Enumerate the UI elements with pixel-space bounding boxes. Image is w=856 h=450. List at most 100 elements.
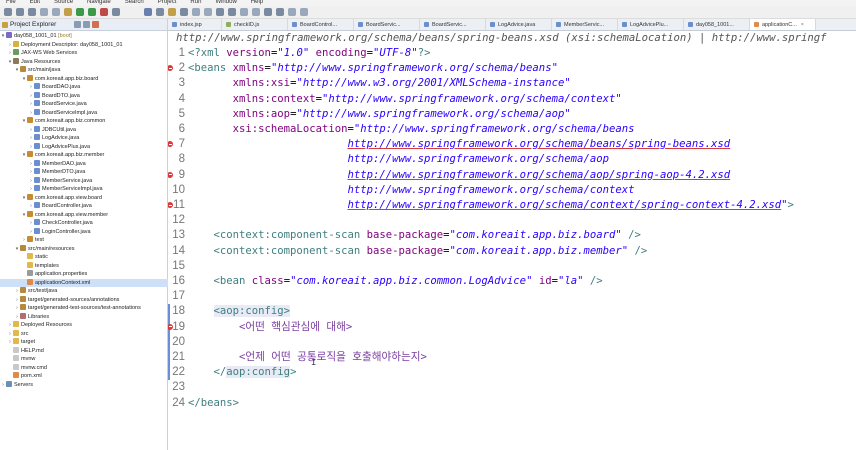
menu-project[interactable]: Project bbox=[158, 0, 177, 5]
tree-item[interactable]: › target/generated-sources/annotations bbox=[0, 295, 168, 305]
code-line[interactable]: 5 xmlns:aop="http://www.springframework.… bbox=[168, 107, 856, 122]
code-line[interactable]: 7 http://www.springframework.org/schema/… bbox=[168, 137, 856, 152]
close-view-icon[interactable] bbox=[92, 21, 99, 28]
tree-item[interactable]: › LogAdvice.java bbox=[0, 134, 168, 143]
code-line[interactable]: 1 <?xml version="1.0" encoding="UTF-8"?> bbox=[168, 46, 856, 61]
tree-item[interactable]: › MemberService.java bbox=[0, 176, 168, 186]
code-line[interactable]: 14 <context:component-scan base-package=… bbox=[168, 244, 856, 259]
tree-item[interactable]: ▾ day058_1001_01 [boot] bbox=[0, 32, 168, 41]
tree-item[interactable]: › src bbox=[0, 329, 168, 339]
last-edit-icon[interactable] bbox=[240, 8, 248, 16]
save-icon[interactable] bbox=[16, 8, 24, 16]
editor-tab[interactable]: day058_1001... bbox=[684, 19, 750, 30]
tree-item[interactable]: › BoardServiceImpl.java bbox=[0, 108, 168, 118]
editor-tab[interactable]: index.jsp bbox=[168, 19, 222, 30]
coverage-icon[interactable] bbox=[276, 8, 284, 16]
tree-item[interactable]: templates bbox=[0, 261, 168, 271]
pin-icon[interactable] bbox=[252, 8, 260, 16]
new-icon[interactable] bbox=[4, 8, 12, 16]
code-line[interactable]: 8 http://www.springframework.org/schema/… bbox=[168, 152, 856, 167]
code-line[interactable]: 11 http://www.springframework.org/schema… bbox=[168, 198, 856, 213]
tree-item[interactable]: › JAX-WS Web Services bbox=[0, 49, 168, 58]
code-line[interactable]: 9 http://www.springframework.org/schema/… bbox=[168, 168, 856, 183]
menu-run[interactable]: Run bbox=[190, 0, 201, 5]
tree-item[interactable]: HELP.md bbox=[0, 346, 168, 356]
code-line[interactable]: 24 </beans> bbox=[168, 396, 856, 411]
save-all-icon[interactable] bbox=[28, 8, 36, 16]
editor-tab[interactable]: LogAdvice.java bbox=[486, 19, 552, 30]
tree-item[interactable]: mvnw bbox=[0, 355, 168, 364]
redo-icon[interactable] bbox=[52, 8, 60, 16]
tree-item[interactable]: › target bbox=[0, 338, 168, 347]
tree-item[interactable]: › BoardDTO.java bbox=[0, 91, 168, 101]
tree-item[interactable]: › Servers bbox=[0, 380, 168, 390]
collapse-all-icon[interactable] bbox=[74, 21, 81, 28]
code-line[interactable]: 20 bbox=[168, 334, 856, 350]
tree-item[interactable]: mvnw.cmd bbox=[0, 363, 168, 373]
editor-tab[interactable]: LogAdvicePlu... bbox=[618, 19, 684, 30]
code-line[interactable]: 4 xmlns:context="http://www.springframew… bbox=[168, 92, 856, 107]
menu-search[interactable]: Search bbox=[125, 0, 144, 5]
code-editor[interactable]: http://www.springframework.org/schema/be… bbox=[168, 31, 856, 450]
open-type-icon[interactable] bbox=[64, 8, 72, 16]
task-icon[interactable] bbox=[180, 8, 188, 16]
tree-item[interactable]: application.properties bbox=[0, 270, 168, 279]
tree-item[interactable]: › MemberDAO.java bbox=[0, 159, 168, 169]
code-line[interactable]: 2 <beans xmlns="http://www.springframewor… bbox=[168, 61, 856, 76]
tree-item[interactable]: pom.xml bbox=[0, 372, 168, 381]
open-folder-icon[interactable] bbox=[168, 8, 176, 16]
menu-edit[interactable]: Edit bbox=[30, 0, 40, 5]
refresh-icon[interactable] bbox=[264, 8, 272, 16]
menu-file[interactable]: File bbox=[6, 0, 16, 5]
tree-item[interactable]: › MemberDTO.java bbox=[0, 168, 168, 177]
tree-item[interactable]: › BoardDAO.java bbox=[0, 83, 168, 92]
code-line[interactable]: 19 <어떤 핵심관심에 대해> bbox=[168, 319, 856, 335]
next-annotation-icon[interactable] bbox=[216, 8, 224, 16]
code-line[interactable]: 22 </aop:config> bbox=[168, 365, 856, 381]
tree-item[interactable]: › LogAdvicePlus.java bbox=[0, 142, 168, 152]
tree-item[interactable]: ▾ com.koreait.app.view.member bbox=[0, 210, 168, 220]
editor-tab[interactable]: checkID.js bbox=[222, 19, 288, 30]
tree-item[interactable]: › MemberServiceImpl.java bbox=[0, 185, 168, 194]
code-line[interactable]: 3 xmlns:xsi="http://www.w3.org/2001/XMLS… bbox=[168, 76, 856, 91]
prev-annotation-icon[interactable] bbox=[228, 8, 236, 16]
code-line[interactable]: 16 <bean class="com.koreait.app.biz.comm… bbox=[168, 274, 856, 289]
tree-item[interactable]: › BoardService.java bbox=[0, 100, 168, 109]
tree-item[interactable]: ▾ com.koreait.app.biz.common bbox=[0, 117, 168, 126]
menu-help[interactable]: Help bbox=[251, 0, 263, 5]
tree-item[interactable]: › LoginController.java bbox=[0, 227, 168, 237]
tree-item[interactable]: › src/test/java bbox=[0, 287, 168, 296]
tree-item[interactable]: › target/generated-test-sources/test-anno… bbox=[0, 304, 168, 313]
external-tools-icon[interactable] bbox=[300, 8, 308, 16]
tree-item[interactable]: applicationContext.xml bbox=[0, 278, 168, 287]
tree-item[interactable]: ▾ Java Resources bbox=[0, 57, 168, 67]
build-icon[interactable] bbox=[112, 8, 120, 16]
code-line[interactable]: 17 bbox=[168, 289, 856, 304]
run-icon[interactable] bbox=[76, 8, 84, 16]
code-line[interactable]: 10 http://www.springframework.org/schema… bbox=[168, 183, 856, 198]
tree-item[interactable]: ▾ src/main/resources bbox=[0, 244, 168, 254]
editor-tab[interactable]: BoardServic... bbox=[354, 19, 420, 30]
search-icon[interactable] bbox=[156, 8, 164, 16]
code-line[interactable]: 23 bbox=[168, 380, 856, 395]
editor-tab[interactable]: MemberServic... bbox=[552, 19, 618, 30]
stop-icon[interactable] bbox=[100, 8, 108, 16]
tree-item[interactable]: ▾ com.koreait.app.biz.member bbox=[0, 151, 168, 160]
history-icon[interactable] bbox=[288, 8, 296, 16]
back-icon[interactable] bbox=[192, 8, 200, 16]
project-explorer-title[interactable]: Project Explorer bbox=[10, 21, 56, 28]
tree-item[interactable]: › JDBCUtil.java bbox=[0, 125, 168, 135]
tree-item[interactable]: › Libraries bbox=[0, 312, 168, 322]
editor-tab[interactable]: applicationC... × bbox=[750, 19, 816, 30]
debug-icon[interactable] bbox=[88, 8, 96, 16]
code-line[interactable]: 12 bbox=[168, 213, 856, 228]
tree-item[interactable]: › BoardController.java bbox=[0, 202, 168, 211]
tree-item[interactable]: ▾ com.koreait.app.biz.board bbox=[0, 74, 168, 84]
tree-item[interactable]: ▾ com.koreait.app.view.board bbox=[0, 193, 168, 203]
editor-tab[interactable]: BoardServic... bbox=[420, 19, 486, 30]
menu-window[interactable]: Window bbox=[215, 0, 236, 5]
tree-item[interactable]: › Deployed Resources bbox=[0, 321, 168, 330]
link-editor-icon[interactable] bbox=[83, 21, 90, 28]
menu-source[interactable]: Source bbox=[54, 0, 73, 5]
close-tab-icon[interactable]: × bbox=[801, 22, 804, 28]
